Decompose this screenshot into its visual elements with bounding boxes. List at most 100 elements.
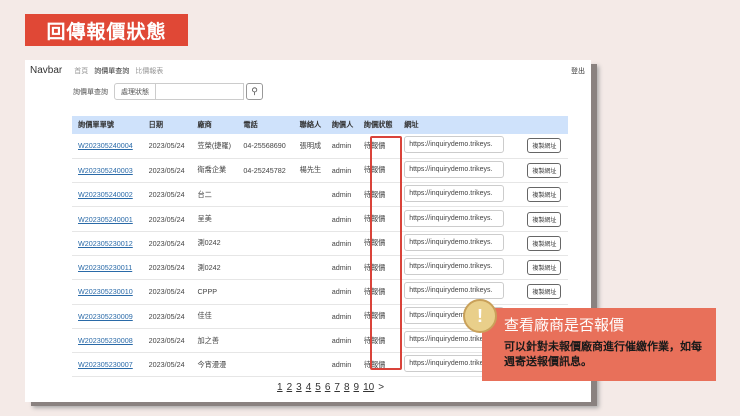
table-cell bbox=[237, 279, 294, 305]
table-cell: 張明成 bbox=[293, 134, 326, 159]
table-row: W202305240002 2023/05/24 台二 admin 待報價 https:/… bbox=[72, 182, 568, 208]
table-cell bbox=[237, 255, 294, 281]
table-cell: admin bbox=[325, 158, 358, 184]
inquiry-link[interactable]: W202305240001 bbox=[78, 215, 133, 224]
slide-title: 回傳報價狀態 bbox=[25, 14, 188, 46]
inquiry-link[interactable]: W202305240003 bbox=[78, 166, 133, 175]
status-highlight-box bbox=[370, 136, 402, 370]
inquiry-link[interactable]: W202305230008 bbox=[78, 336, 133, 345]
table-cell: admin bbox=[325, 231, 358, 256]
inquiry-link[interactable]: W202305230011 bbox=[78, 263, 132, 272]
inquiry-link[interactable]: W202305230010 bbox=[78, 287, 133, 296]
copy-url-button[interactable]: 複製網址 bbox=[527, 162, 562, 178]
table-cell: https://inquirydemo.trikeys. bbox=[398, 231, 522, 256]
url-field[interactable]: https://inquirydemo.trikeys. bbox=[404, 209, 505, 227]
table-cell: https://inquirydemo.trikeys. bbox=[398, 158, 522, 184]
nav-inquiry[interactable]: 詢價單查詢 bbox=[94, 66, 129, 76]
table-cell: 加之善 bbox=[191, 328, 238, 354]
table-cell: 2023/05/24 bbox=[142, 134, 192, 159]
table-cell: admin bbox=[325, 328, 358, 354]
search-input[interactable] bbox=[156, 83, 244, 100]
table-cell: 2023/05/24 bbox=[142, 352, 192, 378]
page-link[interactable]: 8 bbox=[344, 382, 350, 393]
table-cell: 複製網址 bbox=[521, 279, 568, 305]
page-link[interactable]: 1 bbox=[277, 382, 283, 393]
copy-url-button[interactable]: 複製網址 bbox=[527, 235, 562, 251]
copy-url-button[interactable]: 複製網址 bbox=[527, 211, 562, 227]
table-cell bbox=[293, 255, 326, 281]
url-field[interactable]: https://inquirydemo.trikeys. bbox=[404, 185, 505, 203]
table-cell: 2023/05/24 bbox=[142, 279, 192, 305]
page-link[interactable]: 3 bbox=[296, 382, 302, 393]
table-row: W202305230011 2023/05/24 測0242 admin 待報價 http… bbox=[72, 255, 568, 281]
copy-url-button[interactable]: 複製網址 bbox=[527, 138, 562, 154]
inquiry-link[interactable]: W202305240002 bbox=[78, 190, 133, 199]
column-header: 詢價狀態 bbox=[357, 116, 399, 134]
table-cell: 測0242 bbox=[191, 255, 238, 281]
page-link[interactable]: 6 bbox=[325, 382, 331, 393]
callout-box: 查看廠商是否報價 可以針對未報價廠商進行催繳作業，如每週寄送報價訊息。 bbox=[482, 308, 716, 381]
url-field[interactable]: https://inquirydemo.trikeys. bbox=[404, 136, 505, 154]
table-cell: 2023/05/24 bbox=[142, 206, 192, 232]
inquiry-link[interactable]: W202305230009 bbox=[78, 312, 133, 321]
inquiry-link[interactable]: W202305230012 bbox=[78, 239, 133, 248]
table-cell: https://inquirydemo.trikeys. bbox=[398, 206, 522, 232]
table-cell: W202305240004 bbox=[72, 134, 143, 159]
table-cell: W202305230007 bbox=[72, 352, 143, 378]
page-link[interactable]: 9 bbox=[354, 382, 360, 393]
table-cell: 04-25568690 bbox=[237, 134, 294, 159]
table-cell: 複製網址 bbox=[521, 182, 568, 208]
table-cell: W202305240002 bbox=[72, 182, 143, 208]
url-field[interactable]: https://inquirydemo.trikeys. bbox=[404, 258, 505, 276]
callout-body: 可以針對未報價廠商進行催繳作業，如每週寄送報價訊息。 bbox=[504, 340, 702, 368]
table-cell: 測0242 bbox=[191, 231, 238, 256]
navbar-brand[interactable]: Navbar bbox=[30, 65, 62, 76]
table-cell: 2023/05/24 bbox=[142, 231, 192, 256]
url-field[interactable]: https://inquirydemo.trikeys. bbox=[404, 160, 505, 178]
logout-link[interactable]: 登出 bbox=[571, 66, 585, 76]
pagination: 1 2 3 4 5 6 7 8 9 10 > bbox=[277, 382, 384, 393]
table-cell: 衛喬企業 bbox=[191, 158, 238, 184]
table-cell bbox=[293, 328, 326, 354]
table-cell: 複製網址 bbox=[521, 158, 568, 184]
table-row: W202305240001 2023/05/24 呈美 admin 待報價 https:/… bbox=[72, 206, 568, 232]
page-link[interactable]: 4 bbox=[306, 382, 312, 393]
search-label: 詢價單查詢 bbox=[73, 88, 108, 96]
table-cell bbox=[293, 304, 326, 329]
table-cell: 今宵漫漫 bbox=[191, 352, 238, 378]
inquiry-link[interactable]: W202305230007 bbox=[78, 360, 133, 369]
table-cell bbox=[237, 182, 294, 208]
inquiry-link[interactable]: W202305240004 bbox=[78, 141, 133, 150]
table-cell bbox=[237, 231, 294, 256]
table-cell: 笠榮(捷羅) bbox=[191, 134, 238, 159]
navbar: Navbar 首頁 詢價單查詢 比價報表 bbox=[30, 65, 163, 76]
next-page-button[interactable]: > bbox=[378, 382, 384, 393]
table-cell: admin bbox=[325, 279, 358, 305]
status-select[interactable]: 處理狀態 bbox=[114, 83, 156, 100]
column-header bbox=[521, 116, 568, 134]
copy-url-button[interactable]: 複製網址 bbox=[527, 187, 562, 203]
url-field[interactable]: https://inquirydemo.trikeys. bbox=[404, 282, 505, 300]
table-cell bbox=[293, 352, 326, 378]
page-link[interactable]: 7 bbox=[334, 382, 340, 393]
table-row: W202305240003 2023/05/24 衛喬企業 04-25245782 楊先… bbox=[72, 158, 568, 184]
copy-url-button[interactable]: 複製網址 bbox=[527, 260, 562, 276]
nav-compare[interactable]: 比價報表 bbox=[135, 66, 163, 76]
table-row: W202305240004 2023/05/24 笠榮(捷羅) 04-25568690… bbox=[72, 134, 568, 159]
page-link[interactable]: 2 bbox=[287, 382, 293, 393]
table-cell: 2023/05/24 bbox=[142, 158, 192, 184]
table-cell: W202305230008 bbox=[72, 328, 143, 354]
table-cell: W202305240001 bbox=[72, 206, 143, 232]
table-cell: W202305230009 bbox=[72, 304, 143, 329]
table-cell: W202305240003 bbox=[72, 158, 143, 184]
table-cell: CPPP bbox=[191, 279, 238, 305]
nav-home[interactable]: 首頁 bbox=[74, 66, 88, 76]
copy-url-button[interactable]: 複製網址 bbox=[527, 284, 562, 300]
page-link[interactable]: 5 bbox=[315, 382, 321, 393]
page-link[interactable]: 10 bbox=[363, 382, 374, 393]
search-button[interactable]: ⚲ bbox=[246, 83, 263, 100]
table-cell: admin bbox=[325, 134, 358, 159]
table-cell: 楊先生 bbox=[293, 158, 326, 184]
column-header: 日期 bbox=[142, 116, 192, 134]
url-field[interactable]: https://inquirydemo.trikeys. bbox=[404, 233, 505, 251]
